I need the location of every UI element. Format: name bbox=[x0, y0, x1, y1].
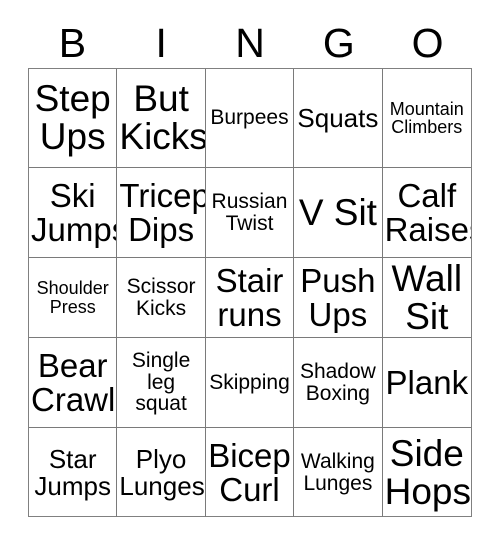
bingo-cell-label: Plyo Lunges bbox=[119, 443, 205, 501]
bingo-cell-label: Bicep Curl bbox=[208, 436, 291, 508]
bingo-cell[interactable]: Shoulder Press bbox=[29, 258, 118, 338]
bingo-cell[interactable]: Mountain Climbers bbox=[382, 69, 471, 168]
bingo-cell-label: Push Ups bbox=[300, 261, 376, 333]
bingo-cell-label: But Kicks bbox=[119, 78, 206, 157]
bingo-cell[interactable]: Bear Crawl bbox=[29, 338, 118, 428]
bingo-cell[interactable]: Calf Raises bbox=[382, 168, 471, 258]
bingo-cell-label: Stair runs bbox=[215, 261, 284, 333]
header-letter-b: B bbox=[58, 19, 87, 66]
bingo-cell[interactable]: Step Ups bbox=[29, 69, 118, 168]
header-letter-o: O bbox=[411, 19, 444, 66]
bingo-cell[interactable]: Tricep Dips bbox=[117, 168, 206, 258]
bingo-grid: Step Ups But Kicks Burpees Squats Mountain C… bbox=[28, 68, 472, 517]
bingo-cell[interactable]: Stair runs bbox=[205, 258, 295, 338]
header-letter-n: N bbox=[235, 19, 265, 66]
bingo-cell[interactable]: Wall Sit bbox=[382, 258, 471, 338]
bingo-cell[interactable]: Burpees bbox=[205, 69, 295, 168]
bingo-cell[interactable]: Russian Twist bbox=[205, 168, 295, 258]
bingo-header: B I N G O bbox=[28, 18, 472, 68]
bingo-cell[interactable]: Walking Lunges bbox=[294, 428, 383, 517]
bingo-card: B I N G O Step Ups But Kicks Burpees Squats… bbox=[0, 0, 500, 544]
bingo-cell-label: Plank bbox=[385, 363, 469, 401]
bingo-cell-label: Scissor Kicks bbox=[126, 275, 196, 320]
bingo-cell[interactable]: Single leg squat bbox=[117, 338, 206, 428]
bingo-cell[interactable]: Bicep Curl bbox=[206, 428, 295, 517]
bingo-cell-label: Bear Crawl bbox=[31, 346, 116, 418]
bingo-cell[interactable]: Plyo Lunges bbox=[117, 428, 206, 517]
bingo-cell[interactable]: Ski Jumps bbox=[29, 168, 118, 258]
bingo-cell-label: Wall Sit bbox=[391, 258, 463, 337]
header-letter-i: I bbox=[155, 19, 167, 66]
bingo-cell-label: Shoulder Press bbox=[36, 278, 109, 317]
bingo-cell-label: Walking Lunges bbox=[300, 450, 375, 495]
bingo-cell-label: Calf Raises bbox=[384, 176, 471, 248]
bingo-cell-label: Russian Twist bbox=[211, 190, 288, 235]
bingo-cell-label: Ski Jumps bbox=[31, 176, 116, 248]
bingo-cell[interactable]: Side Hops bbox=[383, 428, 471, 517]
bingo-cell-label: Shadow Boxing bbox=[299, 360, 376, 405]
bingo-cell[interactable]: V Sit bbox=[294, 168, 383, 258]
bingo-cell-label: Single leg squat bbox=[131, 349, 191, 416]
bingo-cell[interactable]: Squats bbox=[294, 69, 383, 168]
bingo-cell-label: Burpees bbox=[210, 106, 289, 130]
bingo-cell-label: Squats bbox=[297, 102, 379, 133]
bingo-cell[interactable]: Scissor Kicks bbox=[117, 258, 206, 338]
bingo-cell[interactable]: But Kicks bbox=[117, 69, 206, 168]
bingo-cell-label: Star Jumps bbox=[34, 443, 111, 501]
bingo-cell-label: Mountain Climbers bbox=[389, 98, 464, 137]
bingo-cell-label: Tricep Dips bbox=[119, 176, 206, 248]
bingo-cell-label: V Sit bbox=[298, 191, 377, 233]
bingo-cell[interactable]: Shadow Boxing bbox=[294, 338, 383, 428]
bingo-cell[interactable]: Push Ups bbox=[294, 258, 383, 338]
bingo-cell[interactable]: Skipping bbox=[205, 338, 295, 428]
bingo-cell-label: Side Hops bbox=[384, 432, 471, 512]
bingo-cell-label: Skipping bbox=[209, 370, 290, 394]
bingo-cell[interactable]: Star Jumps bbox=[29, 428, 118, 517]
header-letter-g: G bbox=[322, 19, 355, 66]
bingo-cell[interactable]: Plank bbox=[382, 338, 471, 428]
bingo-cell-label: Step Ups bbox=[34, 78, 111, 157]
